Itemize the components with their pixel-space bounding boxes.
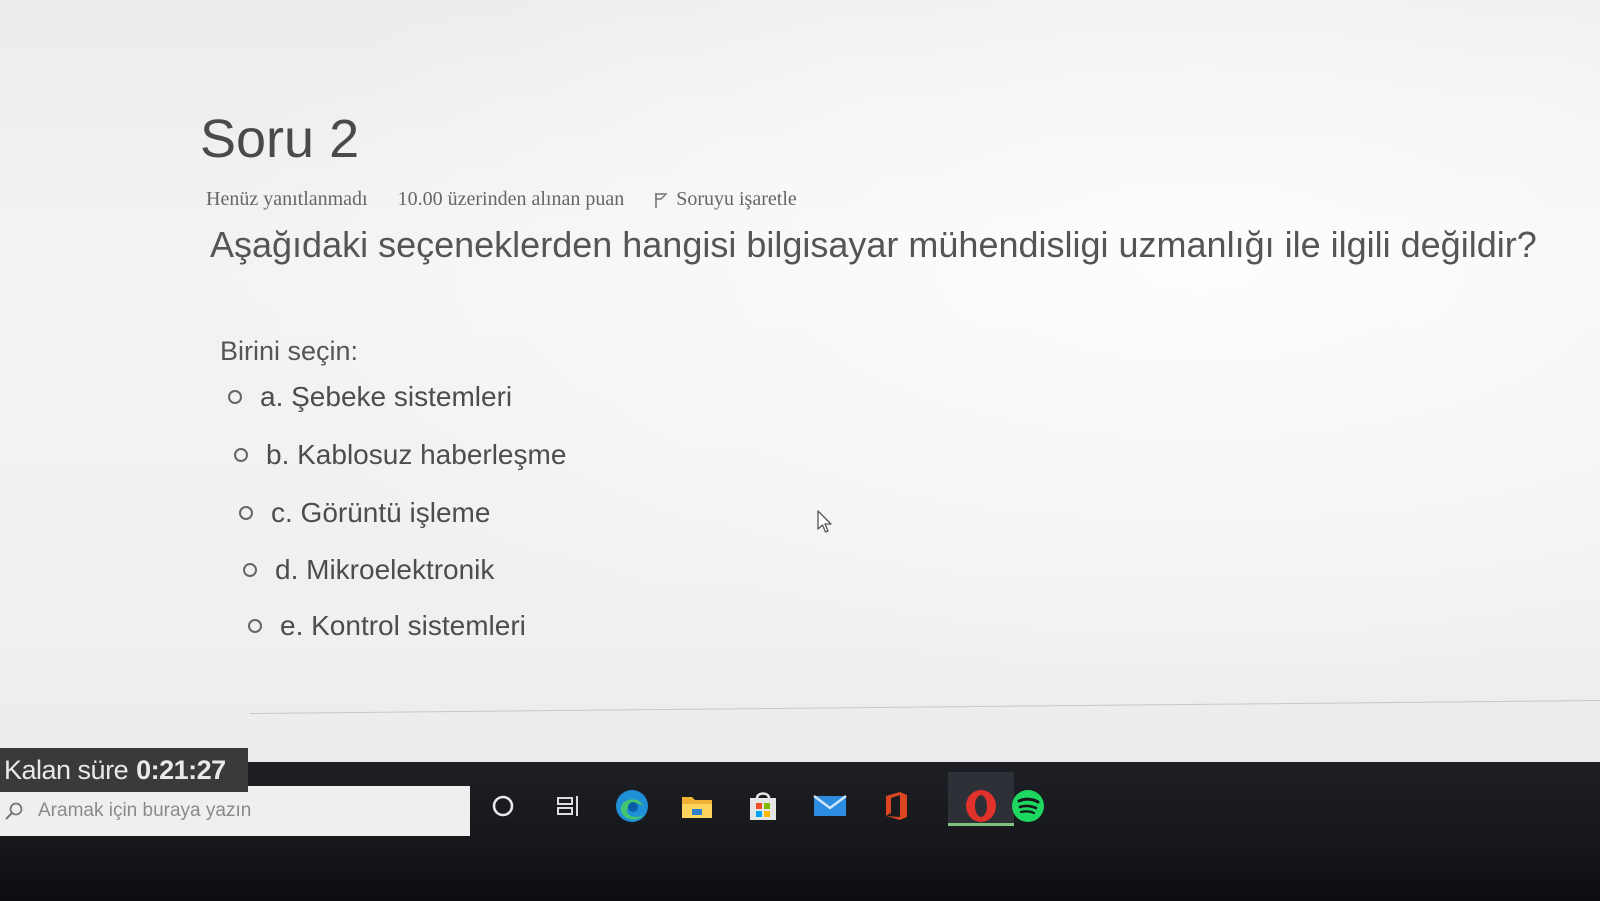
radio-button[interactable] [234, 448, 248, 462]
store-icon[interactable] [743, 786, 783, 826]
file-explorer-icon[interactable] [677, 786, 717, 826]
answer-prompt: Birini seçin: [220, 336, 359, 366]
question-info: Henüz yanıtlanmadı 10.00 üzerinden alına… [206, 188, 797, 211]
option-label: a. Şebeke sistemleri [260, 381, 513, 412]
active-app-indicator [948, 823, 1014, 826]
mouse-cursor-icon [817, 510, 832, 533]
timer-label: Kalan süre [4, 754, 129, 785]
office-icon[interactable] [876, 786, 916, 826]
section-divider [249, 700, 1600, 714]
radio-button[interactable] [248, 619, 262, 633]
radio-button[interactable] [239, 506, 253, 520]
timer-value: 0:21:27 [136, 754, 226, 785]
question-title: Soru 2 [200, 109, 360, 169]
cortana-icon[interactable] [483, 786, 523, 826]
option-label: d. Mikroelektronik [275, 554, 495, 585]
edge-icon[interactable] [612, 786, 652, 826]
option-label: b. Kablosuz haberleşme [266, 439, 567, 470]
option-c[interactable]: c. Görüntü işleme [239, 497, 490, 529]
remaining-time: Kalan süre 0:21:27 [0, 748, 248, 792]
taskbar-search-box[interactable]: Aramak için buraya yazın [0, 786, 470, 836]
search-icon [5, 802, 23, 820]
option-a[interactable]: a. Şebeke sistemleri [228, 381, 512, 413]
option-label: c. Görüntü işleme [271, 497, 491, 528]
option-label: e. Kontrol sistemleri [280, 610, 526, 641]
opera-icon[interactable] [961, 786, 1001, 826]
mail-icon[interactable] [810, 786, 850, 826]
flag-question-link[interactable]: Soruyu işaretle [654, 188, 797, 211]
radio-button[interactable] [243, 563, 257, 577]
spotify-icon[interactable] [1008, 786, 1048, 826]
flag-question-label: Soruyu işaretle [676, 188, 797, 210]
option-b[interactable]: b. Kablosuz haberleşme [234, 439, 566, 471]
search-placeholder: Aramak için buraya yazın [38, 800, 252, 821]
flag-icon [655, 192, 668, 208]
question-text: Aşağıdaki seçeneklerden hangisi bilgisay… [210, 224, 1537, 265]
option-d[interactable]: d. Mikroelektronik [243, 554, 494, 586]
question-status: Henüz yanıtlanmadı [206, 188, 368, 210]
question-points: 10.00 üzerinden alınan puan [397, 188, 625, 210]
option-e[interactable]: e. Kontrol sistemleri [248, 610, 526, 642]
radio-button[interactable] [228, 390, 242, 404]
task-view-icon[interactable] [549, 786, 589, 826]
